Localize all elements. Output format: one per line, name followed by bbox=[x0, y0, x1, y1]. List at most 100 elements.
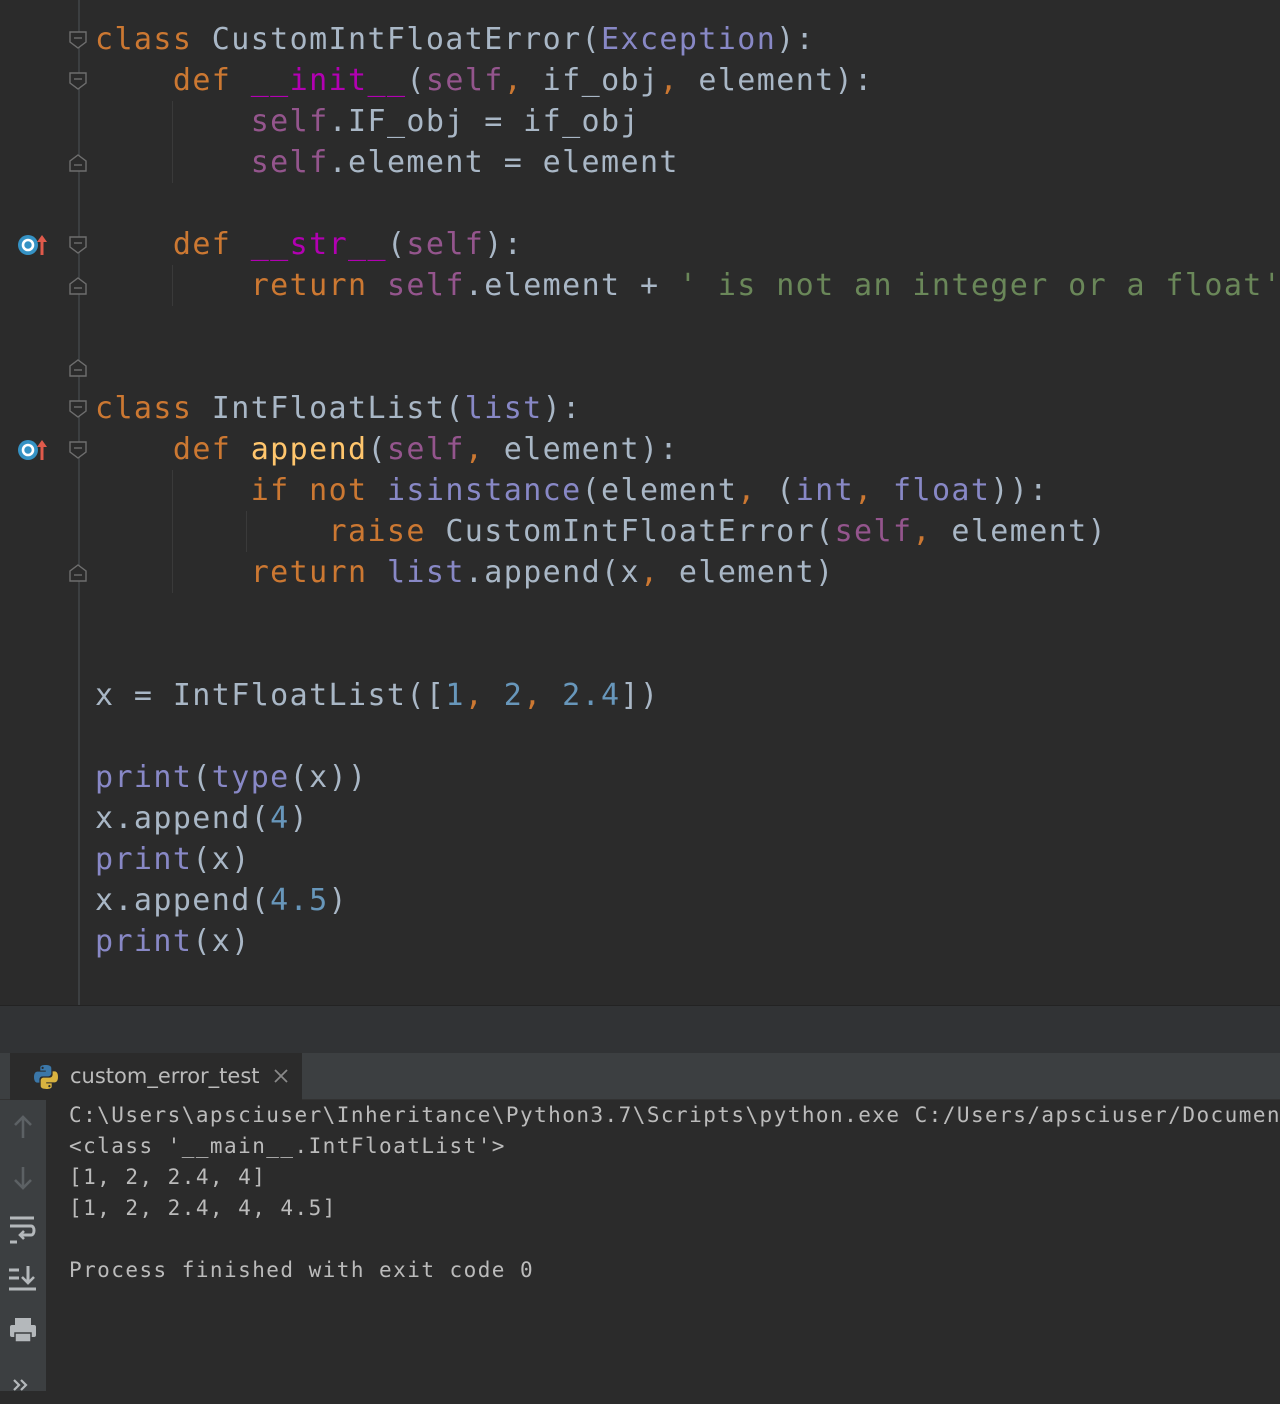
fold-marker-icon[interactable] bbox=[68, 399, 88, 419]
code-token: IntFloatList( bbox=[192, 391, 465, 426]
fold-marker-icon[interactable] bbox=[68, 276, 88, 296]
code-token: , bbox=[854, 473, 874, 508]
code-token: if_obj bbox=[523, 63, 660, 98]
code-token: self bbox=[386, 268, 465, 303]
console-exit-line: Process finished with exit code 0 bbox=[69, 1258, 535, 1282]
fold-marker-icon[interactable] bbox=[68, 153, 88, 173]
code-token: if bbox=[250, 473, 290, 508]
code-token: return bbox=[250, 555, 368, 590]
code-token: self bbox=[425, 63, 504, 98]
code-token: 4.5 bbox=[270, 883, 329, 918]
code-token: ( bbox=[367, 432, 387, 467]
code-token: __init__ bbox=[250, 63, 407, 98]
code-token: type bbox=[211, 760, 290, 795]
code-token: class bbox=[95, 22, 193, 57]
code-token: x.append( bbox=[95, 883, 271, 918]
code-token: element) bbox=[659, 555, 835, 590]
code-token: (x) bbox=[192, 842, 251, 877]
code-line[interactable]: x = IntFloatList([1, 2, 2.4]) bbox=[95, 675, 659, 716]
code-token: ): bbox=[542, 391, 582, 426]
console-command-line: C:\Users\apsciuser\Inheritance\Python3.7… bbox=[69, 1103, 1280, 1127]
code-line[interactable]: return list.append(x, element) bbox=[95, 552, 835, 593]
fold-marker-icon[interactable] bbox=[68, 235, 88, 255]
panel-splitter[interactable] bbox=[0, 1005, 1280, 1053]
code-line[interactable]: def __str__(self): bbox=[95, 224, 523, 265]
code-token: def bbox=[172, 63, 232, 98]
arrow-up-icon[interactable] bbox=[5, 1110, 41, 1144]
code-token: x.append( bbox=[95, 801, 271, 836]
code-token: print bbox=[95, 924, 193, 959]
run-tab-bar: custom_error_test bbox=[0, 1053, 1280, 1100]
code-token: .append(x bbox=[464, 555, 640, 590]
code-token: self bbox=[834, 514, 913, 549]
code-token: (x)) bbox=[289, 760, 368, 795]
code-line[interactable]: print(x) bbox=[95, 921, 251, 962]
code-line[interactable]: x.append(4.5) bbox=[95, 880, 348, 921]
fold-marker-icon[interactable] bbox=[68, 71, 88, 91]
code-line[interactable]: class IntFloatList(list): bbox=[95, 388, 582, 429]
code-token: (element bbox=[581, 473, 738, 508]
code-line[interactable]: self.IF_obj = if_obj bbox=[95, 101, 640, 142]
more-chevron-icon[interactable] bbox=[5, 1366, 41, 1400]
python-icon bbox=[32, 1063, 60, 1091]
close-icon[interactable] bbox=[272, 1067, 290, 1085]
fold-marker-icon[interactable] bbox=[68, 30, 88, 50]
code-line[interactable]: def append(self, element): bbox=[95, 429, 679, 470]
fold-marker-icon[interactable] bbox=[68, 563, 88, 583]
code-token: 2.4 bbox=[562, 678, 621, 713]
override-method-icon[interactable] bbox=[16, 436, 50, 462]
print-icon[interactable] bbox=[5, 1313, 41, 1347]
code-token: .IF_obj = if_obj bbox=[328, 104, 640, 139]
code-line[interactable]: print(type(x)) bbox=[95, 757, 368, 798]
code-line[interactable]: if not isinstance(element, (int, float))… bbox=[95, 470, 1049, 511]
code-line[interactable]: class CustomIntFloatError(Exception): bbox=[95, 19, 815, 60]
code-token: list bbox=[386, 555, 465, 590]
code-token: 1 bbox=[445, 678, 465, 713]
code-token: class bbox=[95, 391, 193, 426]
code-line[interactable]: x.append(4) bbox=[95, 798, 309, 839]
code-line[interactable]: def __init__(self, if_obj, element): bbox=[95, 60, 874, 101]
console-output-line: [1, 2, 2.4, 4] bbox=[69, 1165, 267, 1189]
code-token: isinstance bbox=[386, 473, 582, 508]
fold-marker-icon[interactable] bbox=[68, 440, 88, 460]
code-token: CustomIntFloatError( bbox=[425, 514, 835, 549]
code-token: x = IntFloatList([ bbox=[95, 678, 446, 713]
code-line[interactable]: self.element = element bbox=[95, 142, 679, 183]
code-token: ( bbox=[406, 63, 426, 98]
arrow-down-icon[interactable] bbox=[5, 1161, 41, 1195]
fold-marker-icon[interactable] bbox=[68, 358, 88, 378]
code-editor[interactable]: class CustomIntFloatError(Exception): de… bbox=[0, 0, 1280, 1005]
code-token: ' is not an integer or a float' bbox=[678, 268, 1280, 303]
code-line[interactable]: raise CustomIntFloatError(self, element) bbox=[95, 511, 1107, 552]
code-token: def bbox=[172, 432, 232, 467]
code-token: CustomIntFloatError bbox=[192, 22, 582, 57]
run-tab-label: custom_error_test bbox=[70, 1064, 260, 1088]
code-token: , bbox=[523, 678, 543, 713]
console-output[interactable]: C:\Users\apsciuser\Inheritance\Python3.7… bbox=[46, 1100, 1280, 1391]
code-token: def bbox=[172, 227, 232, 262]
code-line[interactable]: print(x) bbox=[95, 839, 251, 880]
code-token: self bbox=[250, 104, 329, 139]
code-token: , bbox=[464, 678, 485, 713]
console-output-line: <class '__main__.IntFloatList'> bbox=[69, 1134, 506, 1158]
code-token: ): bbox=[776, 22, 816, 57]
scroll-to-end-icon[interactable] bbox=[5, 1262, 41, 1296]
code-line[interactable]: return self.element + ' is not an intege… bbox=[95, 265, 1280, 306]
override-method-icon[interactable] bbox=[16, 231, 50, 257]
run-tab[interactable]: custom_error_test bbox=[10, 1053, 302, 1100]
soft-wrap-icon[interactable] bbox=[5, 1212, 41, 1246]
code-token: element) bbox=[931, 514, 1108, 549]
